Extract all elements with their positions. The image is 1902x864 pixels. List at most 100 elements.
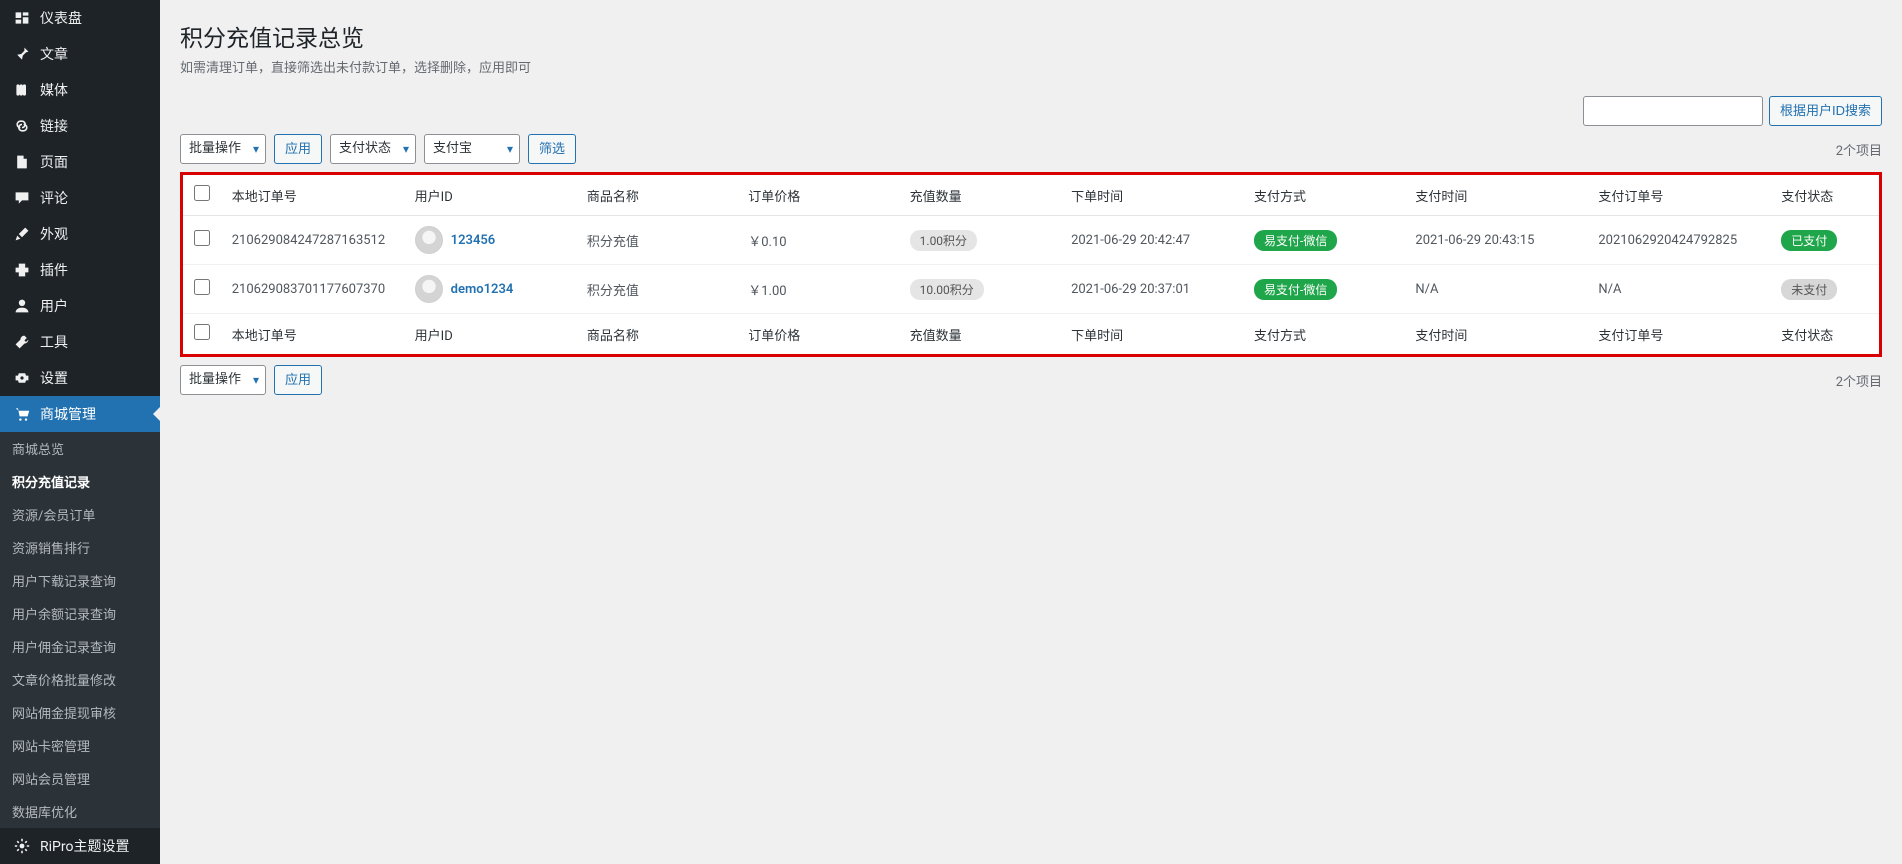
- sidebar-item-plugins[interactable]: 插件: [0, 252, 160, 288]
- user-icon: [12, 298, 32, 314]
- gear-icon: [12, 838, 32, 854]
- col-price[interactable]: 订单价格: [738, 175, 899, 216]
- pin-icon: [12, 46, 32, 62]
- sidebar-item-label: 仪表盘: [40, 8, 82, 28]
- comment-icon: [12, 190, 32, 206]
- sidebar-item-appearance[interactable]: 外观: [0, 216, 160, 252]
- sidebar-item-label: 媒体: [40, 80, 68, 100]
- row-checkbox[interactable]: [194, 230, 210, 246]
- select-all-bottom[interactable]: [194, 324, 210, 340]
- user-link[interactable]: demo1234: [451, 282, 514, 297]
- table-row: 210629084247287163512 123456 积分充值 ￥0.10 …: [183, 216, 1879, 265]
- sidebar-item-tools[interactable]: 工具: [0, 324, 160, 360]
- apply-bulk-button[interactable]: 应用: [274, 134, 322, 164]
- plugin-icon: [12, 262, 32, 278]
- sidebar-item-label: 页面: [40, 152, 68, 172]
- pay-status-select[interactable]: 支付状态: [330, 134, 416, 164]
- submenu-db-optimize[interactable]: 数据库优化: [0, 795, 160, 828]
- pay-no: 2021062920424792825: [1588, 216, 1771, 265]
- sidebar-item-label: 外观: [40, 224, 68, 244]
- col-status[interactable]: 支付状态: [1771, 175, 1879, 216]
- sidebar-item-label: 用户: [40, 296, 68, 316]
- page-icon: [12, 154, 32, 170]
- method-badge: 易支付-微信: [1254, 230, 1337, 251]
- order-price: ￥1.00: [738, 265, 899, 314]
- admin-sidebar: 仪表盘 文章 媒体 链接 页面 评论 外观 插件 用户 工具 设置 商城管理 商…: [0, 0, 160, 864]
- sidebar-item-comments[interactable]: 评论: [0, 180, 160, 216]
- sidebar-item-media[interactable]: 媒体: [0, 72, 160, 108]
- orders-table-wrap: 本地订单号 用户ID 商品名称 订单价格 充值数量 下单时间 支付方式 支付时间…: [180, 172, 1882, 357]
- submenu-card-key[interactable]: 网站卡密管理: [0, 729, 160, 762]
- orders-table: 本地订单号 用户ID 商品名称 订单价格 充值数量 下单时间 支付方式 支付时间…: [183, 175, 1879, 354]
- submenu-balance-records[interactable]: 用户余额记录查询: [0, 597, 160, 630]
- status-badge-unpaid: 未支付: [1781, 279, 1837, 300]
- col-pay-no[interactable]: 支付订单号: [1588, 175, 1771, 216]
- filter-button[interactable]: 筛选: [528, 134, 576, 164]
- brush-icon: [12, 226, 32, 242]
- submenu-download-records[interactable]: 用户下载记录查询: [0, 564, 160, 597]
- product-name: 积分充值: [577, 216, 738, 265]
- pay-time: N/A: [1405, 265, 1588, 314]
- pay-method-select[interactable]: 支付宝: [424, 134, 520, 164]
- submenu-commission-records[interactable]: 用户佣金记录查询: [0, 630, 160, 663]
- dashboard-icon: [12, 10, 32, 26]
- order-no: 210629084247287163512: [232, 233, 395, 248]
- order-no: 210629083701177607370: [232, 282, 395, 297]
- search-input[interactable]: [1583, 96, 1763, 126]
- order-time: 2021-06-29 20:37:01: [1061, 265, 1244, 314]
- table-row: 210629083701177607370 demo1234 积分充值 ￥1.0…: [183, 265, 1879, 314]
- col-pay-time[interactable]: 支付时间: [1405, 175, 1588, 216]
- items-count-bottom: 2个项目: [1836, 371, 1882, 390]
- sidebar-item-pages[interactable]: 页面: [0, 144, 160, 180]
- col-order-no[interactable]: 本地订单号: [222, 175, 405, 216]
- col-order-time[interactable]: 下单时间: [1061, 314, 1244, 355]
- product-name: 积分充值: [577, 265, 738, 314]
- col-user-id[interactable]: 用户ID: [405, 175, 577, 216]
- sidebar-item-users[interactable]: 用户: [0, 288, 160, 324]
- sidebar-item-shop[interactable]: 商城管理: [0, 396, 160, 432]
- submenu-resource-orders[interactable]: 资源/会员订单: [0, 498, 160, 531]
- sidebar-item-posts[interactable]: 文章: [0, 36, 160, 72]
- apply-bulk-button-bottom[interactable]: 应用: [274, 365, 322, 395]
- pay-time: 2021-06-29 20:43:15: [1405, 216, 1588, 265]
- col-status[interactable]: 支付状态: [1771, 314, 1879, 355]
- sidebar-item-label: 评论: [40, 188, 68, 208]
- submenu-sales-rank[interactable]: 资源销售排行: [0, 531, 160, 564]
- items-count-top: 2个项目: [1836, 140, 1882, 159]
- search-button[interactable]: 根据用户ID搜索: [1769, 96, 1882, 126]
- submenu-member-manage[interactable]: 网站会员管理: [0, 762, 160, 795]
- sidebar-item-settings[interactable]: 设置: [0, 360, 160, 396]
- col-qty[interactable]: 充值数量: [900, 175, 1061, 216]
- user-link[interactable]: 123456: [451, 233, 496, 248]
- page-subtitle: 如需清理订单，直接筛选出未付款订单，选择删除，应用即可: [180, 57, 1882, 76]
- col-method[interactable]: 支付方式: [1244, 314, 1405, 355]
- submenu-points-recharge[interactable]: 积分充值记录: [0, 465, 160, 498]
- select-all-top[interactable]: [194, 185, 210, 201]
- col-method[interactable]: 支付方式: [1244, 175, 1405, 216]
- bulk-action-select-bottom[interactable]: 批量操作: [180, 365, 266, 395]
- tool-icon: [12, 334, 32, 350]
- main-content: 积分充值记录总览 如需清理订单，直接筛选出未付款订单，选择删除，应用即可 根据用…: [160, 0, 1902, 864]
- col-pay-time[interactable]: 支付时间: [1405, 314, 1588, 355]
- submenu-overview[interactable]: 商城总览: [0, 432, 160, 465]
- sidebar-item-dashboard[interactable]: 仪表盘: [0, 0, 160, 36]
- col-product[interactable]: 商品名称: [577, 314, 738, 355]
- col-order-no[interactable]: 本地订单号: [222, 314, 405, 355]
- link-icon: [12, 118, 32, 134]
- sidebar-item-label: 工具: [40, 332, 68, 352]
- sidebar-item-label: 文章: [40, 44, 68, 64]
- sidebar-item-label: 设置: [40, 368, 68, 388]
- col-qty[interactable]: 充值数量: [900, 314, 1061, 355]
- submenu-price-batch[interactable]: 文章价格批量修改: [0, 663, 160, 696]
- row-checkbox[interactable]: [194, 279, 210, 295]
- submenu-withdraw-review[interactable]: 网站佣金提现审核: [0, 696, 160, 729]
- col-user-id[interactable]: 用户ID: [405, 314, 577, 355]
- col-product[interactable]: 商品名称: [577, 175, 738, 216]
- col-order-time[interactable]: 下单时间: [1061, 175, 1244, 216]
- bulk-action-select[interactable]: 批量操作: [180, 134, 266, 164]
- avatar: [415, 275, 443, 303]
- sidebar-item-links[interactable]: 链接: [0, 108, 160, 144]
- sidebar-item-theme[interactable]: RiPro主题设置: [0, 828, 160, 864]
- col-pay-no[interactable]: 支付订单号: [1588, 314, 1771, 355]
- col-price[interactable]: 订单价格: [738, 314, 899, 355]
